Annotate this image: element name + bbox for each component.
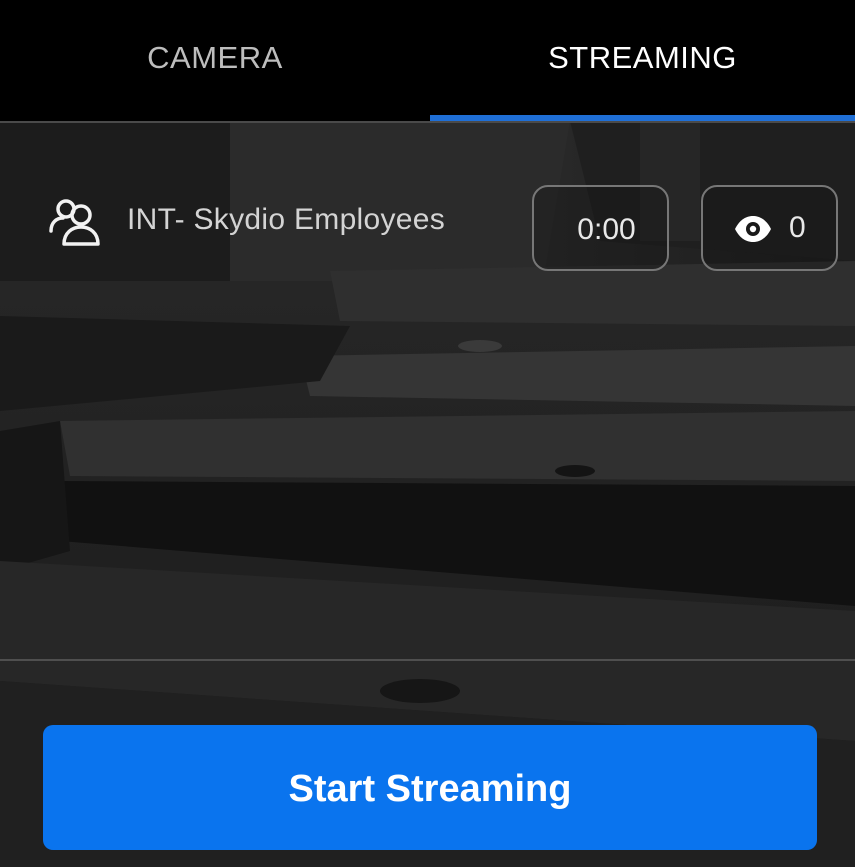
stream-info-row: INT- Skydio Employees 0:00 0 — [0, 123, 855, 283]
start-streaming-label: Start Streaming — [288, 768, 572, 810]
viewer-count-chip: 0 — [701, 185, 838, 271]
stream-group-name: INT- Skydio Employees — [127, 203, 446, 236]
viewer-count: 0 — [789, 211, 806, 244]
group-people-icon — [49, 199, 100, 246]
start-streaming-button[interactable]: Start Streaming — [43, 725, 817, 850]
tab-streaming[interactable]: STREAMING — [430, 0, 855, 121]
streaming-screen: CAMERA STREAMING INT- Skydio Employees 0… — [0, 0, 855, 867]
tab-streaming-label: STREAMING — [548, 39, 737, 75]
stream-timer-chip: 0:00 — [532, 185, 669, 271]
eye-icon — [735, 216, 771, 242]
divider-bottom — [0, 659, 855, 661]
tab-camera-label: CAMERA — [147, 39, 283, 75]
tab-camera[interactable]: CAMERA — [0, 0, 430, 121]
tab-bar: CAMERA STREAMING — [0, 0, 855, 121]
stream-elapsed-time: 0:00 — [577, 213, 636, 246]
